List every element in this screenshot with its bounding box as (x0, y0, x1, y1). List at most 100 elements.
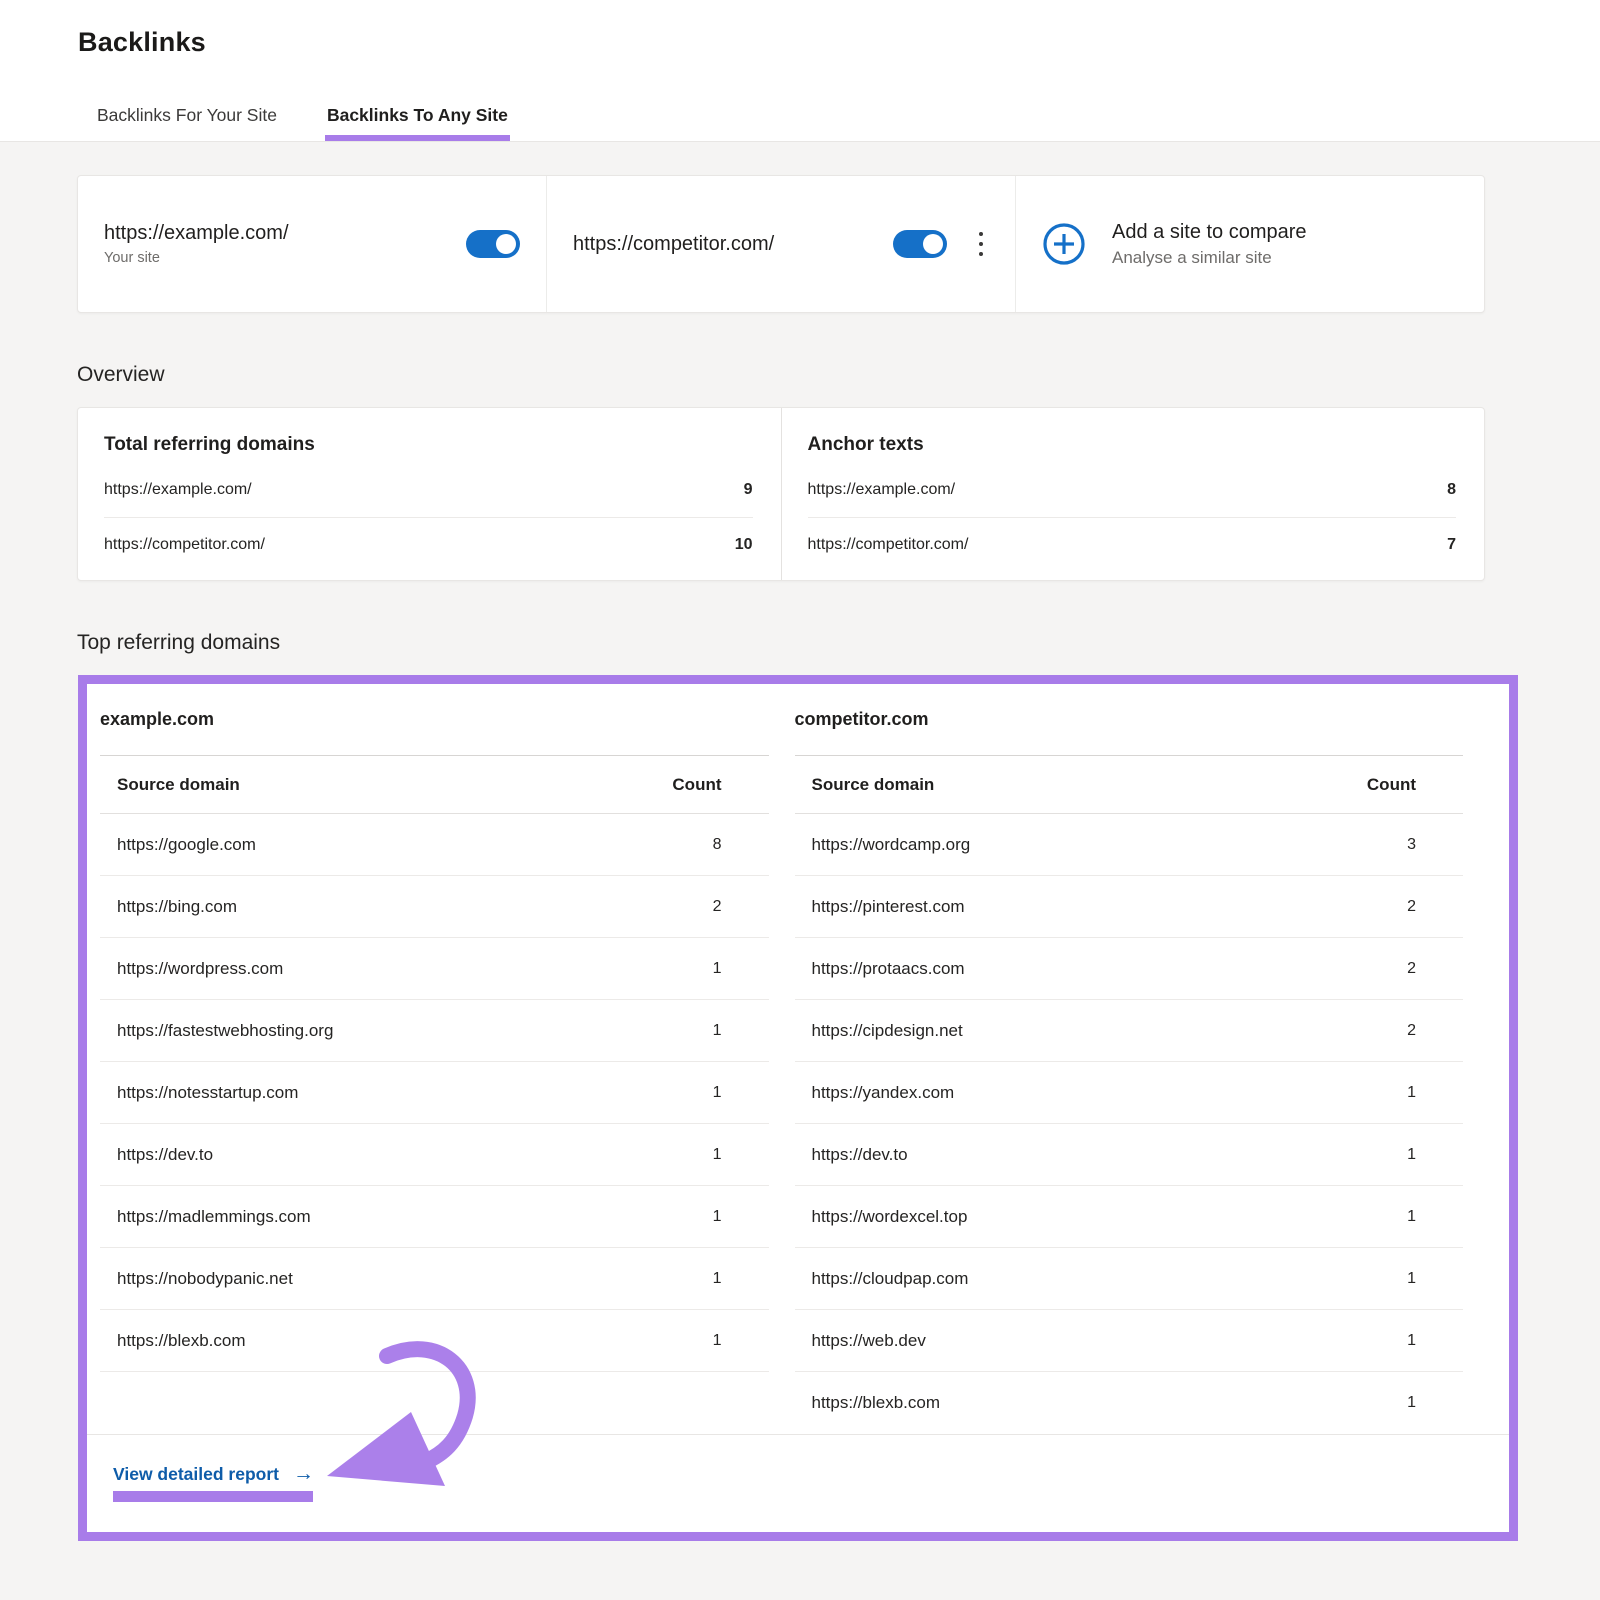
source-domain-cell: https://fastestwebhosting.org (117, 1021, 333, 1041)
right-arrow-icon: → (293, 1462, 314, 1485)
total-referring-domains-rows: https://example.com/ 9 https://competito… (78, 462, 781, 572)
source-domain-cell: https://pinterest.com (812, 897, 965, 917)
table-row: https://protaacs.com 2 (795, 938, 1464, 1000)
competitor-site-url: https://competitor.com/ (573, 233, 774, 256)
table-footer: View detailed report → (87, 1434, 1509, 1532)
source-domain-cell: https://nobodypanic.net (117, 1269, 293, 1289)
toggle-knob (923, 234, 943, 254)
source-domain-cell: https://yandex.com (812, 1083, 955, 1103)
your-site-toggle[interactable] (466, 230, 520, 258)
highlight-annotation-box: example.com Source domain Count https://… (78, 675, 1518, 1541)
table-row: https://wordcamp.org 3 (795, 814, 1464, 876)
tab-backlinks-for-your-site[interactable]: Backlinks For Your Site (95, 105, 279, 141)
count-cell: 3 (1407, 836, 1416, 854)
overview-row-url: https://example.com/ (104, 481, 252, 499)
overview-row-count: 9 (744, 481, 753, 499)
overview-heading: Overview (77, 363, 1600, 387)
count-header: Count (672, 775, 721, 795)
table-row: https://wordpress.com 1 (100, 938, 769, 1000)
count-cell: 2 (1407, 898, 1416, 916)
count-cell: 1 (713, 1146, 722, 1164)
count-cell: 1 (713, 1022, 722, 1040)
count-cell: 1 (1407, 1270, 1416, 1288)
count-cell: 1 (1407, 1146, 1416, 1164)
count-cell: 1 (1407, 1208, 1416, 1226)
source-domain-cell: https://google.com (117, 835, 256, 855)
table-row: https://bing.com 2 (100, 876, 769, 938)
competitor-com-table: competitor.com Source domain Count https… (795, 684, 1464, 1434)
table-row: https://yandex.com 1 (795, 1062, 1464, 1124)
your-site-label: Your site (104, 250, 289, 266)
source-domain-cell: https://dev.to (812, 1145, 908, 1165)
count-cell: 1 (713, 1332, 722, 1350)
source-domain-cell: https://cipdesign.net (812, 1021, 963, 1041)
table-row: https://pinterest.com 2 (795, 876, 1464, 938)
anchor-texts-panel: Anchor texts https://example.com/ 8 http… (781, 408, 1485, 580)
overview-row-count: 7 (1447, 536, 1456, 554)
table-row: https://cipdesign.net 2 (795, 1000, 1464, 1062)
add-site-subtitle: Analyse a similar site (1112, 248, 1307, 268)
count-cell: 2 (713, 898, 722, 916)
overview-row: https://competitor.com/ 7 (808, 517, 1457, 572)
your-site-card: https://example.com/ Your site (78, 176, 546, 312)
overview-row: https://competitor.com/ 10 (104, 517, 753, 572)
source-domain-cell: https://web.dev (812, 1331, 926, 1351)
count-cell: 1 (1407, 1394, 1416, 1412)
plus-circle-icon (1042, 222, 1086, 266)
tab-backlinks-to-any-site[interactable]: Backlinks To Any Site (325, 105, 510, 141)
overview-row-count: 8 (1447, 481, 1456, 499)
table-header: Source domain Count (795, 756, 1464, 814)
overview-row-count: 10 (735, 536, 753, 554)
source-domain-cell: https://cloudpap.com (812, 1269, 969, 1289)
add-site-card[interactable]: Add a site to compare Analyse a similar … (1015, 176, 1484, 312)
count-cell: 1 (1407, 1084, 1416, 1102)
competitor-com-rows: https://wordcamp.org 3 https://pinterest… (795, 814, 1464, 1434)
count-cell: 1 (713, 960, 722, 978)
competitor-site-toggle[interactable] (893, 230, 947, 258)
tab-bar: Backlinks For Your Site Backlinks To Any… (95, 105, 510, 141)
table-row: https://dev.to 1 (795, 1124, 1464, 1186)
purple-underline-annotation (113, 1491, 313, 1502)
table-row: https://dev.to 1 (100, 1124, 769, 1186)
table-header: Source domain Count (100, 756, 769, 814)
table-row: https://madlemmings.com 1 (100, 1186, 769, 1248)
overview-row-url: https://example.com/ (808, 481, 956, 499)
overview-row-url: https://competitor.com/ (104, 536, 265, 554)
anchor-texts-rows: https://example.com/ 8 https://competito… (782, 462, 1485, 572)
count-cell: 1 (713, 1208, 722, 1226)
source-domain-cell: https://wordpress.com (117, 959, 283, 979)
view-detailed-report-label: View detailed report (113, 1464, 279, 1484)
source-domain-cell: https://wordexcel.top (812, 1207, 968, 1227)
count-cell: 1 (1407, 1332, 1416, 1350)
competitor-com-table-title: competitor.com (795, 684, 1464, 756)
table-row: https://nobodypanic.net 1 (100, 1248, 769, 1310)
top-referring-domains-heading: Top referring domains (77, 631, 1600, 655)
page-header: Backlinks Backlinks For Your Site Backli… (0, 0, 1600, 142)
your-site-url: https://example.com/ (104, 222, 289, 245)
page-title: Backlinks (78, 0, 1600, 58)
count-cell: 1 (713, 1270, 722, 1288)
competitor-site-card: https://competitor.com/ (546, 176, 1015, 312)
example-com-table: example.com Source domain Count https://… (100, 684, 769, 1434)
view-detailed-report-link[interactable]: View detailed report → (113, 1462, 314, 1502)
example-com-rows: https://google.com 8 https://bing.com 2 … (100, 814, 769, 1372)
table-row: https://web.dev 1 (795, 1310, 1464, 1372)
table-row: https://notesstartup.com 1 (100, 1062, 769, 1124)
source-domain-header: Source domain (117, 775, 240, 795)
count-cell: 1 (713, 1084, 722, 1102)
source-domain-cell: https://bing.com (117, 897, 237, 917)
source-domain-cell: https://notesstartup.com (117, 1083, 298, 1103)
kebab-menu-icon[interactable] (973, 228, 989, 260)
overview-row: https://example.com/ 9 (104, 462, 753, 517)
total-referring-domains-panel: Total referring domains https://example.… (78, 408, 781, 580)
toggle-knob (496, 234, 516, 254)
referring-domains-tables: example.com Source domain Count https://… (87, 684, 1509, 1434)
count-cell: 2 (1407, 1022, 1416, 1040)
table-row: https://wordexcel.top 1 (795, 1186, 1464, 1248)
source-domain-cell: https://protaacs.com (812, 959, 965, 979)
site-comparison-bar: https://example.com/ Your site https://c… (77, 175, 1485, 313)
example-com-table-title: example.com (100, 684, 769, 756)
count-cell: 8 (713, 836, 722, 854)
table-row: https://blexb.com 1 (100, 1310, 769, 1372)
source-domain-cell: https://blexb.com (812, 1393, 941, 1413)
